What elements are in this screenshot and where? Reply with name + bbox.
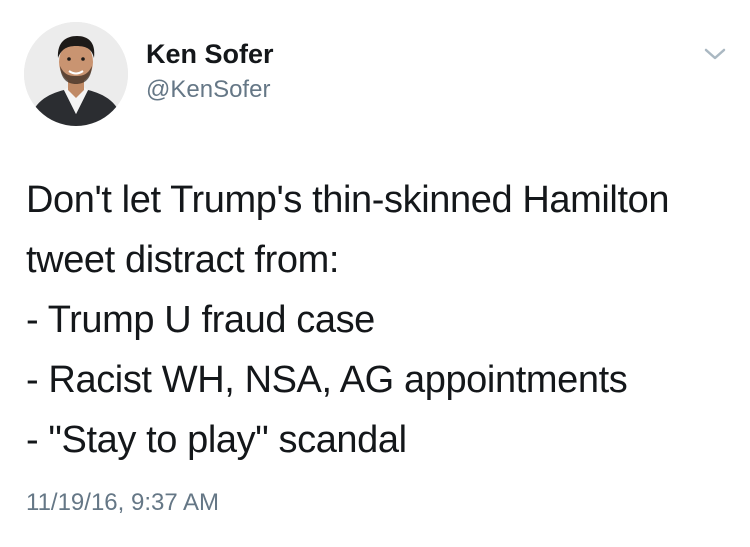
tweet-line: - Racist WH, NSA, AG appointments [26, 359, 628, 401]
chevron-down-icon[interactable] [700, 42, 730, 66]
tweet-line: - Trump U fraud case [26, 299, 375, 341]
tweet-line: tweet distract from: [26, 239, 339, 281]
tweet-card: Ken Sofer @KenSofer Don't let Trump's th… [0, 0, 750, 547]
display-name[interactable]: Ken Sofer [146, 38, 274, 70]
avatar[interactable] [24, 22, 128, 126]
tweet-text: Don't let Trump's thin-skinned Hamilton … [26, 170, 741, 470]
avatar-photo-icon [24, 22, 128, 126]
tweet-line: - "Stay to play" scandal [26, 419, 407, 461]
tweet-timestamp[interactable]: 11/19/16, 9:37 AM [26, 488, 219, 518]
tweet-line: Don't let Trump's thin-skinned Hamilton [26, 179, 670, 221]
user-handle[interactable]: @KenSofer [146, 75, 270, 105]
